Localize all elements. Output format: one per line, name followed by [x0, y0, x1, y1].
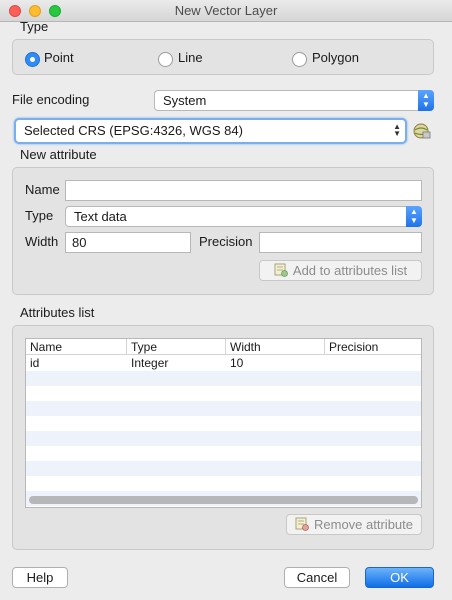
line-label[interactable]: Line	[178, 50, 203, 65]
type-label: Type	[25, 208, 54, 223]
polygon-label[interactable]: Polygon	[312, 50, 359, 65]
attributes-table[interactable]: Name Type Width Precision id Integer 10	[25, 338, 422, 508]
point-radio[interactable]	[25, 52, 40, 67]
precision-input[interactable]	[259, 232, 422, 253]
empty-row	[26, 446, 421, 461]
new-attribute-group: Name Type Text data ▲ ▼ Width 80 Precisio…	[12, 167, 434, 295]
file-encoding-select[interactable]: System ▲ ▼	[154, 90, 434, 111]
crs-select[interactable]: Selected CRS (EPSG:4326, WGS 84) ▲ ▼	[14, 118, 407, 144]
attributes-list-group: Name Type Width Precision id Integer 10	[12, 325, 434, 550]
chevron-updown-icon: ▲ ▼	[406, 206, 422, 227]
remove-attribute-button[interactable]: Remove attribute	[286, 514, 422, 535]
attribute-type-value: Text data	[74, 209, 127, 224]
empty-row	[26, 371, 421, 386]
column-header-width[interactable]: Width	[226, 339, 325, 355]
add-to-attributes-button[interactable]: Add to attributes list	[259, 260, 422, 281]
file-encoding-value: System	[163, 93, 207, 108]
line-radio[interactable]	[158, 52, 173, 67]
crs-selector-icon[interactable]	[412, 121, 432, 141]
horizontal-scrollbar[interactable]	[29, 496, 418, 504]
type-group: Point Line Polygon	[12, 39, 434, 75]
cell-name: id	[30, 356, 40, 370]
width-input[interactable]: 80	[65, 232, 191, 253]
cell-type: Integer	[131, 356, 169, 370]
cell-width: 10	[230, 356, 244, 370]
cancel-button[interactable]: Cancel	[284, 567, 350, 588]
chevron-updown-icon: ▲ ▼	[418, 90, 434, 111]
polygon-radio[interactable]	[292, 52, 307, 67]
empty-row	[26, 461, 421, 476]
remove-attribute-label: Remove attribute	[314, 517, 413, 532]
width-label: Width	[25, 234, 59, 249]
empty-row	[26, 476, 421, 491]
new-attribute-label: New attribute	[20, 147, 97, 162]
add-to-attributes-label: Add to attributes list	[292, 263, 408, 278]
chevron-updown-icon: ▲ ▼	[393, 122, 401, 138]
remove-attribute-icon	[295, 517, 309, 531]
empty-row	[26, 386, 421, 401]
name-input[interactable]	[65, 180, 422, 201]
attribute-type-select[interactable]: Text data ▲ ▼	[65, 206, 422, 227]
title-bar: New Vector Layer	[0, 0, 452, 22]
empty-row	[26, 431, 421, 446]
type-group-label: Type	[20, 19, 49, 34]
column-header-type[interactable]: Type	[127, 339, 226, 355]
add-attribute-icon	[274, 263, 288, 277]
attributes-list-label: Attributes list	[20, 305, 95, 320]
empty-row	[26, 401, 421, 416]
point-label[interactable]: Point	[44, 50, 74, 65]
table-row[interactable]: id Integer 10	[26, 356, 421, 371]
file-encoding-label: File encoding	[12, 92, 90, 107]
crs-value: Selected CRS (EPSG:4326, WGS 84)	[24, 123, 243, 138]
ok-button[interactable]: OK	[365, 567, 434, 588]
table-header: Name Type Width Precision	[26, 339, 421, 355]
column-header-name[interactable]: Name	[26, 339, 127, 355]
name-label: Name	[25, 182, 60, 197]
help-button[interactable]: Help	[12, 567, 68, 588]
empty-row	[26, 416, 421, 431]
column-header-precision[interactable]: Precision	[325, 339, 421, 355]
precision-label: Precision	[199, 234, 253, 249]
window-title: New Vector Layer	[174, 3, 278, 18]
